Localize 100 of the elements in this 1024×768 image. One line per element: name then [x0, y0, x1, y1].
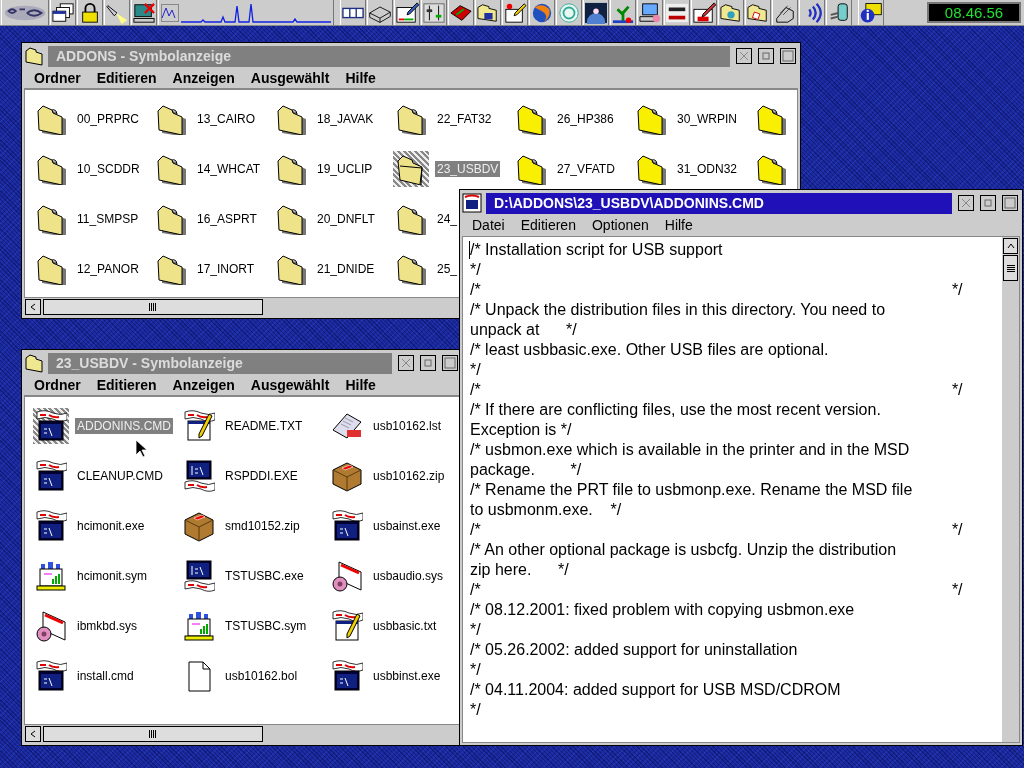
file-label[interactable]: 19_UCLIP [315, 161, 375, 177]
menu-item[interactable]: Anzeigen [166, 375, 241, 394]
pen-document-icon[interactable] [692, 1, 716, 24]
menu-item[interactable]: Editieren [514, 216, 582, 234]
file-label[interactable]: usb10162.zip [371, 468, 447, 484]
file-label[interactable]: 11_SMPSP [75, 211, 141, 227]
file-label[interactable]: hcimonit.exe [75, 518, 147, 534]
program-window-icon[interactable] [183, 560, 215, 592]
folder-icon[interactable] [35, 153, 67, 185]
folder-icon[interactable] [275, 253, 307, 285]
pen-chart-icon[interactable] [395, 1, 419, 24]
file-label[interactable]: hcimonit.sym [75, 568, 149, 584]
hide-button[interactable] [398, 355, 414, 371]
file-label[interactable]: usb10162.bol [223, 668, 300, 684]
command-window-icon[interactable] [35, 510, 67, 542]
folder-icon[interactable] [275, 153, 307, 185]
menu-item[interactable]: Anzeigen [166, 68, 241, 87]
menu-item[interactable]: Hilfe [339, 68, 382, 87]
file-label[interactable]: README.TXT [223, 418, 305, 434]
menu-item[interactable]: Ausgewählt [244, 68, 336, 87]
file-label[interactable]: usbbasic.txt [371, 618, 439, 634]
menu-item[interactable]: Ausgewählt [244, 375, 336, 394]
text-document-icon[interactable] [183, 410, 215, 442]
folder-icon[interactable] [275, 103, 307, 135]
folder-icon[interactable] [35, 253, 67, 285]
chart-document-icon[interactable] [35, 560, 67, 592]
package-box-icon[interactable] [183, 510, 215, 542]
restore-button[interactable] [980, 195, 996, 211]
folder-icon[interactable] [515, 103, 547, 135]
folder-icon[interactable] [155, 203, 187, 235]
folder-icon[interactable] [155, 253, 187, 285]
file-label[interactable]: 26_HP386 [555, 111, 616, 127]
maximize-button[interactable] [780, 48, 796, 64]
gear-window-icon[interactable] [35, 610, 67, 642]
command-window-icon[interactable] [35, 660, 67, 692]
restore-button[interactable] [420, 355, 436, 371]
file-label[interactable]: usbainst.exe [371, 518, 443, 534]
program-window-icon[interactable] [183, 460, 215, 492]
scrollbar-thumb[interactable] [43, 299, 263, 315]
folder-icon[interactable] [395, 253, 427, 285]
gear-window-icon[interactable] [331, 560, 363, 592]
folder-icon[interactable] [476, 1, 500, 24]
file-label[interactable]: 30_WRPIN [675, 111, 740, 127]
menu-item[interactable]: Ordner [28, 68, 87, 87]
folder-icon[interactable] [515, 153, 547, 185]
file-label[interactable]: 10_SCDDR [75, 161, 142, 177]
command-window-icon[interactable] [35, 410, 67, 442]
folder-icon[interactable] [155, 153, 187, 185]
file-label[interactable]: usbaudio.sys [371, 568, 446, 584]
text-document-icon[interactable] [331, 610, 363, 642]
folder-icon[interactable] [24, 46, 44, 66]
menu-item[interactable]: Ordner [28, 375, 87, 394]
maximize-button[interactable] [442, 355, 458, 371]
folder-icon[interactable] [155, 103, 187, 135]
file-label[interactable]: smd10152.zip [223, 518, 302, 534]
command-window-icon[interactable] [35, 460, 67, 492]
file-label[interactable]: 16_ASPRT [195, 211, 259, 227]
folder-icon[interactable] [275, 203, 307, 235]
scrollbar-thumb[interactable] [1003, 255, 1018, 281]
maximize-button[interactable] [1002, 195, 1018, 211]
vertical-scrollbar[interactable] [1002, 237, 1019, 742]
file-label[interactable]: 00_PRPRC [75, 111, 142, 127]
package-box-icon[interactable] [331, 460, 363, 492]
file-label[interactable]: 17_INORT [195, 261, 257, 277]
file-label[interactable]: 14_WHCAT [195, 161, 263, 177]
file-label[interactable]: 20_DNFLT [315, 211, 377, 227]
folder-icon[interactable] [755, 103, 787, 135]
mixer-icon[interactable] [422, 1, 446, 24]
menu-item[interactable]: Editieren [90, 375, 163, 394]
file-label[interactable]: 27_VFATD [555, 161, 617, 177]
file-label[interactable]: TSTUSBC.exe [223, 568, 306, 584]
command-window-icon[interactable] [331, 510, 363, 542]
menu-item[interactable]: Hilfe [658, 216, 699, 234]
computer-icon[interactable] [638, 1, 662, 24]
folder-icon[interactable] [395, 203, 427, 235]
pen-document-icon[interactable] [503, 1, 527, 24]
command-window-icon[interactable] [331, 660, 363, 692]
folder-icon[interactable] [719, 1, 743, 24]
folder-icon[interactable] [746, 1, 770, 24]
file-label[interactable]: 24_ [435, 211, 460, 227]
menu-item[interactable]: Editieren [90, 68, 163, 87]
browser-icon[interactable] [530, 1, 554, 24]
file-label[interactable]: usb10162.lst [371, 418, 444, 434]
hide-button[interactable] [736, 48, 752, 64]
hide-button[interactable] [958, 195, 974, 211]
file-label[interactable]: RSPDDI.EXE [223, 468, 300, 484]
folder-icon[interactable] [755, 153, 787, 185]
scrollbar-thumb[interactable] [43, 726, 263, 742]
file-label[interactable]: 18_JAVAK [315, 111, 376, 127]
menu-item[interactable]: Datei [466, 216, 511, 234]
file-label[interactable]: 22_FAT32 [435, 111, 494, 127]
folder-icon[interactable] [35, 103, 67, 135]
file-label[interactable]: usbbinst.exe [371, 668, 443, 684]
file-label[interactable]: 25_ [435, 261, 460, 277]
cpu-graph-icon[interactable] [161, 3, 179, 22]
file-label[interactable]: TSTUSBC.sym [223, 618, 309, 634]
folder-icon[interactable] [635, 153, 667, 185]
menu-item[interactable]: Hilfe [339, 375, 382, 394]
menu-item[interactable]: Optionen [585, 216, 655, 234]
folder-icon[interactable] [635, 103, 667, 135]
